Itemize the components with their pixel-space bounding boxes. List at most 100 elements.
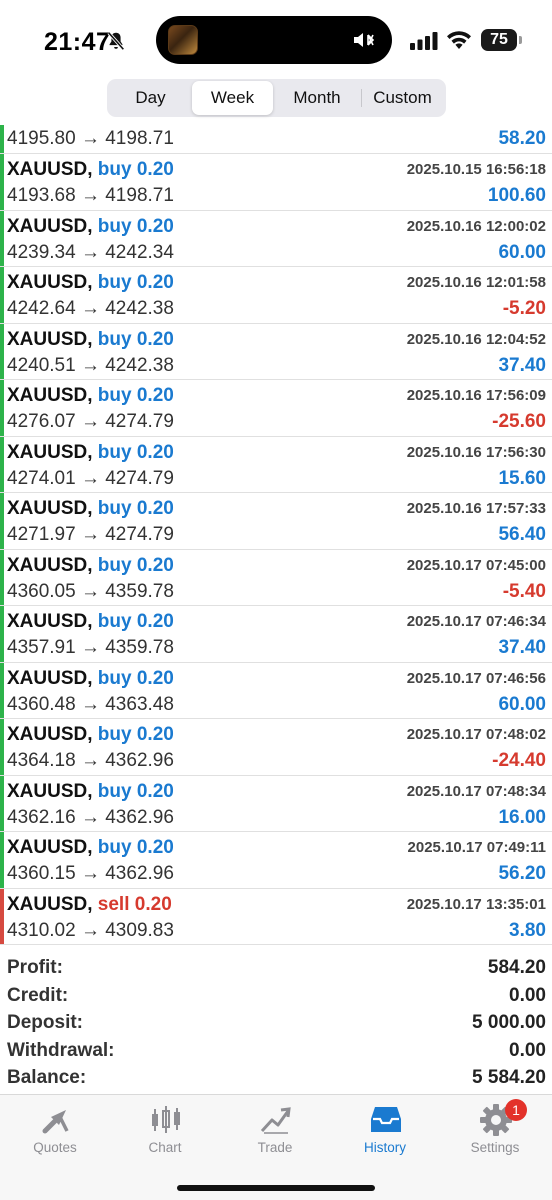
deal-separator: ,	[87, 441, 98, 463]
deal-profit: 15.60	[498, 467, 546, 489]
deal-side-indicator	[0, 323, 4, 379]
deal-side-indicator	[0, 210, 4, 266]
period-day[interactable]: Day	[109, 81, 192, 115]
deal-row[interactable]: XAUUSD, buy 0.20 2025.10.17 07:46:56 4360.…	[0, 662, 552, 719]
deal-row[interactable]: XAUUSD, buy 0.20 2025.10.17 07:48:34 4362.…	[0, 775, 552, 832]
deal-profit: 60.00	[498, 241, 546, 263]
deal-title: XAUUSD, buy 0.20	[7, 216, 174, 238]
deal-time: 2025.10.16 17:57:33	[406, 500, 546, 517]
deal-title: XAUUSD, buy 0.20	[7, 159, 174, 181]
deal-prices: 4242.64 → 4242.38	[7, 298, 174, 319]
summary-label: Deposit:	[7, 1012, 83, 1033]
deal-prices: 4271.97 → 4274.79	[7, 524, 174, 545]
deal-profit: -25.60	[492, 411, 546, 432]
home-indicator	[177, 1185, 375, 1191]
deal-side: buy	[97, 441, 132, 463]
deal-title: XAUUSD, buy 0.20	[7, 781, 174, 803]
deal-row[interactable]: XAUUSD, buy 0.20 2025.10.16 12:00:02 4239.…	[0, 210, 552, 267]
deal-row[interactable]: XAUUSD, buy 0.20 2025.10.17 07:48:02 4364.…	[0, 719, 552, 776]
deal-symbol: XAUUSD	[7, 780, 88, 802]
deal-symbol: XAUUSD	[7, 441, 88, 463]
deal-title: XAUUSD, buy 0.20	[7, 555, 174, 577]
period-month[interactable]: Month	[273, 81, 362, 115]
period-custom-label: Custom	[373, 88, 432, 107]
deal-profit: -5.20	[502, 298, 546, 319]
deal-side-indicator	[0, 493, 4, 549]
deal-row[interactable]: XAUUSD, buy 0.20 2025.10.16 17:56:09 4276.…	[0, 380, 552, 437]
tab-quotes[interactable]: Quotes	[0, 1095, 110, 1165]
deal-profit: 37.40	[498, 354, 546, 376]
tab-settings-label: Settings	[470, 1140, 520, 1155]
deal-time: 2025.10.16 12:01:58	[406, 274, 546, 291]
deal-side: buy	[97, 837, 132, 858]
deal-symbol: XAUUSD	[7, 893, 88, 915]
tab-chart[interactable]: Chart	[110, 1095, 220, 1165]
deal-time: 2025.10.16 17:56:30	[406, 443, 546, 461]
deal-row[interactable]: XAUUSD, buy 0.20 2025.10.16 17:57:33 4271.…	[0, 493, 552, 550]
deal-side: buy	[97, 724, 132, 745]
deal-row[interactable]: XAUUSD, buy 0.20 2025.10.16 12:01:58 4242.…	[0, 267, 552, 324]
settings-badge: 1	[505, 1099, 527, 1121]
deal-profit: -5.40	[502, 580, 546, 602]
tab-history-label: History	[363, 1140, 406, 1155]
deal-side: buy	[97, 272, 132, 293]
summary-row: Profit: 584.20	[0, 955, 552, 983]
deal-title: XAUUSD, buy 0.20	[7, 329, 174, 351]
deal-time: 2025.10.17 07:45:00	[406, 556, 546, 574]
deal-volume: 0.20	[136, 498, 174, 519]
deal-prices: 4360.05 → 4359.78	[7, 580, 174, 602]
deal-row[interactable]: XAUUSD, sell 0.20 2025.10.17 13:35:01 4310…	[0, 888, 552, 945]
tab-history[interactable]: History	[330, 1095, 440, 1165]
summary-row: Balance: 5 584.20	[0, 1065, 552, 1093]
summary-label: Balance:	[7, 1067, 87, 1088]
deal-row[interactable]: 4195.80 → 4198.71 58.20	[0, 125, 552, 154]
deal-side-indicator	[0, 154, 4, 210]
battery-indicator: 75	[481, 29, 517, 51]
deal-side-indicator	[0, 380, 4, 436]
summary-value: 0.00	[509, 984, 546, 1006]
summary-label: Withdrawal:	[7, 1039, 115, 1061]
chart-icon	[152, 1106, 180, 1133]
deal-row[interactable]: XAUUSD, buy 0.20 2025.10.17 07:45:00 4360.…	[0, 549, 552, 606]
deal-row[interactable]: XAUUSD, buy 0.20 2025.10.17 07:49:11 4360.…	[0, 832, 552, 889]
deal-profit: 56.20	[498, 863, 546, 884]
deal-prices: 4240.51 → 4242.38	[7, 354, 174, 376]
deal-symbol: XAUUSD	[7, 215, 88, 237]
tab-settings[interactable]: 1 Settings	[440, 1095, 550, 1165]
period-custom[interactable]: Custom	[361, 81, 444, 115]
deal-side: buy	[97, 498, 132, 519]
deal-time: 2025.10.17 07:48:02	[406, 726, 546, 743]
tab-quotes-label: Quotes	[33, 1140, 77, 1155]
period-week[interactable]: Week	[192, 81, 273, 115]
deal-profit: 60.00	[498, 693, 546, 715]
deal-row[interactable]: XAUUSD, buy 0.20 2025.10.16 17:56:30 4274.…	[0, 436, 552, 493]
deal-side-indicator	[0, 606, 4, 662]
summary-label: Profit:	[7, 957, 63, 978]
deal-prices: 4357.91 → 4359.78	[7, 637, 174, 658]
deal-time: 2025.10.16 17:56:09	[406, 387, 546, 404]
bell-slash-icon	[107, 31, 125, 51]
tab-chart-label: Chart	[148, 1140, 182, 1155]
deal-symbol: XAUUSD	[7, 667, 88, 689]
deal-time: 2025.10.16 12:00:02	[406, 217, 546, 235]
deal-prices: 4360.15 → 4362.96	[7, 863, 174, 884]
deal-volume: 0.20	[136, 328, 174, 350]
tab-trade[interactable]: Trade	[220, 1095, 330, 1165]
deal-side-indicator	[0, 832, 4, 888]
deal-row[interactable]: XAUUSD, buy 0.20 2025.10.17 07:46:34 4357.…	[0, 606, 552, 663]
deal-prices: 4276.07 → 4274.79	[7, 411, 174, 432]
deal-prices: 4362.16 → 4362.96	[7, 806, 174, 828]
period-day-label: Day	[135, 88, 166, 107]
deal-row[interactable]: XAUUSD, buy 0.20 2025.10.15 16:56:18 4193.…	[0, 154, 552, 211]
deal-separator: ,	[87, 780, 98, 802]
quotes-icon	[42, 1110, 69, 1134]
deal-title: XAUUSD, buy 0.20	[7, 272, 174, 294]
deal-side-indicator	[0, 775, 4, 831]
deal-row[interactable]: XAUUSD, buy 0.20 2025.10.16 12:04:52 4240.…	[0, 323, 552, 380]
deal-side: buy	[97, 667, 132, 689]
status-bar: 21:47 75	[0, 0, 552, 80]
deal-profit: -24.40	[492, 750, 546, 771]
deal-volume: 0.20	[136, 724, 174, 745]
deal-title: XAUUSD, buy 0.20	[7, 498, 174, 520]
deal-separator: ,	[87, 215, 98, 237]
